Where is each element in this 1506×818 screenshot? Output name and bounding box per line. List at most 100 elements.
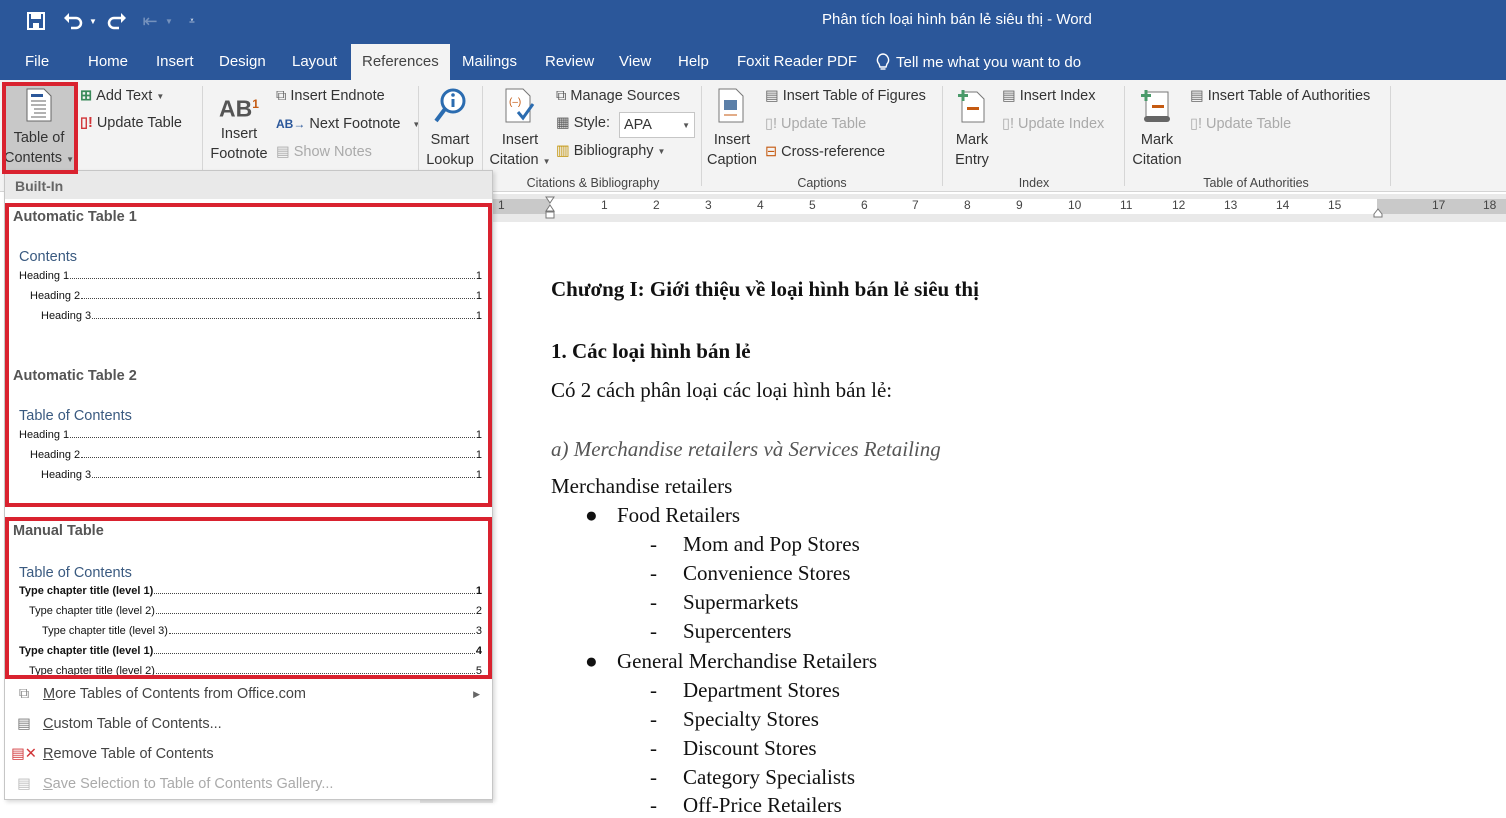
chevron-down-icon: ▼ [657, 146, 666, 156]
dash-icon: - [650, 793, 657, 817]
submenu-arrow-icon: ▶ [473, 688, 480, 699]
update-table-icon: ▯! [1190, 116, 1203, 132]
dash-icon: - [650, 736, 657, 760]
tab-foxit-reader-pdf[interactable]: Foxit Reader PDF [737, 53, 857, 70]
toc-preview-row: Heading 31 [41, 469, 482, 481]
bibliography-icon: ▥ [556, 143, 570, 159]
update-table-icon: ▯! [765, 116, 778, 132]
insert-index-button[interactable]: ▤ Insert Index [1002, 88, 1095, 104]
remove-toc-icon: ▤✕ [11, 746, 37, 762]
bibliography-button[interactable]: ▥ Bibliography ▼ [556, 143, 665, 159]
gallery-manual-table[interactable]: Manual Table Table of Contents Type chap… [5, 517, 492, 679]
gallery-automatic-table-1[interactable]: Automatic Table 1 Contents Heading 11 He… [5, 203, 492, 507]
smart-lookup-button[interactable]: Smart Lookup [422, 88, 478, 170]
index-group-label: Index [1018, 176, 1050, 190]
tab-layout[interactable]: Layout [292, 53, 337, 70]
list-subitem: Supermarkets [683, 590, 799, 614]
title-bar: ▼ ⇤ ▼ ⩡ Phân tích loại hình bán lẻ siêu … [0, 0, 1506, 42]
ruler-tick-label: 4 [757, 198, 764, 212]
endnote-icon: ⧉ [276, 88, 287, 104]
add-text-button[interactable]: ⊞ Add Text ▼ [80, 88, 164, 104]
ruler-tick-label: 14 [1276, 198, 1290, 212]
citation-style-dropdown[interactable]: APA ▼ [619, 112, 695, 138]
toc-dropdown-menu: Built-In Automatic Table 1 Contents Head… [4, 170, 493, 800]
save-icon[interactable] [26, 10, 46, 32]
tab-help[interactable]: Help [678, 53, 709, 70]
next-footnote-icon: AB→ [276, 117, 306, 131]
menu-item-more-tocs[interactable]: ⧉ More Tables of Contents from Office.co… [5, 679, 492, 709]
list-subitem: Specialty Stores [683, 707, 819, 731]
chevron-down-icon: ▼ [682, 120, 690, 130]
tab-references[interactable]: References [351, 44, 450, 80]
undo-icon[interactable] [62, 10, 84, 32]
ruler-tick-label: 11 [1120, 198, 1133, 212]
right-indent-marker[interactable] [1373, 205, 1383, 218]
list-subitem: Supercenters [683, 619, 792, 643]
mark-citation-icon [1141, 90, 1170, 122]
insert-index-icon: ▤ [1002, 88, 1016, 104]
chapter-heading: Chương I: Giới thiệu về loại hình bán lẻ… [551, 277, 979, 301]
citation-style-control: ▦ Style: [556, 115, 610, 131]
save-selection-icon: ▤ [17, 776, 31, 792]
toc-preview-heading: Contents [19, 249, 78, 265]
indent-marker[interactable] [545, 196, 555, 220]
update-table-button[interactable]: ▯! Update Table [80, 115, 182, 131]
captions-group-label: Captions [797, 176, 847, 190]
tab-view[interactable]: View [619, 53, 651, 70]
manage-sources-button[interactable]: ⧉ Manage Sources [556, 88, 680, 104]
toc-preview-row: Heading 11 [19, 429, 482, 441]
menu-item-remove-toc[interactable]: ▤✕ Remove Table of Contents [5, 739, 492, 769]
tab-design[interactable]: Design [219, 53, 266, 70]
undo-dropdown-icon[interactable]: ▼ [88, 10, 98, 32]
tab-home[interactable]: Home [88, 53, 128, 70]
insert-table-of-figures-button[interactable]: ▤ Insert Table of Figures [765, 88, 926, 104]
horizontal-ruler[interactable]: 1 1 2 3 4 5 6 7 8 9 10 11 12 13 14 15 17 18 [493, 194, 1506, 222]
update-index-button: ▯! Update Index [1002, 116, 1105, 132]
tell-me-search[interactable]: Tell me what you want to do [876, 53, 1081, 71]
tab-mailings[interactable]: Mailings [462, 53, 517, 70]
table-of-figures-icon: ▤ [765, 88, 779, 104]
insert-endnote-button[interactable]: ⧉ Insert Endnote [276, 88, 385, 104]
insert-caption-button[interactable]: Insert Caption [704, 88, 760, 170]
ruler-tick-label: 12 [1172, 198, 1186, 212]
tab-review[interactable]: Review [545, 53, 594, 70]
list-subitem: Convenience Stores [683, 561, 851, 585]
tab-insert[interactable]: Insert [156, 53, 194, 70]
ruler-tick-label: 9 [1016, 198, 1023, 212]
ruler-tick-label: 2 [653, 198, 660, 212]
dash-icon: - [650, 678, 657, 702]
toc-preview-row: Type chapter title (level 1) 1 [19, 585, 482, 597]
tab-file[interactable]: File [25, 53, 49, 70]
list-subitem: Category Specialists [683, 765, 856, 789]
insert-citation-button[interactable]: (–) Insert Citation ▼ [486, 88, 554, 172]
dash-icon: - [650, 619, 657, 643]
menu-section-header: Built-In [5, 171, 492, 199]
menu-item-custom-toc[interactable]: ▤ Custom Table of Contents... [5, 709, 492, 739]
smart-lookup-icon [434, 88, 466, 123]
touch-mode-icon: ⇤ [142, 10, 158, 31]
customize-qat-icon[interactable]: ⩡ [186, 10, 198, 32]
ruler-tick-label: 1 [601, 198, 608, 212]
table-of-authorities-icon: ▤ [1190, 88, 1204, 104]
paragraph-text: Merchandise retailers [551, 474, 733, 498]
tell-me-label: Tell me what you want to do [896, 53, 1082, 71]
next-footnote-button[interactable]: AB→ Next Footnote ▼ [276, 116, 420, 132]
mark-citation-button[interactable]: Mark Citation [1126, 88, 1188, 170]
insert-footnote-button[interactable]: AB1 Insert Footnote [206, 94, 272, 164]
gallery-title: Manual Table [13, 523, 104, 539]
redo-icon[interactable] [106, 10, 128, 32]
cross-reference-button[interactable]: ⊟ Cross-reference [765, 144, 885, 160]
toc-preview-row: Type chapter title (level 3) 3 [42, 625, 482, 637]
mark-entry-button[interactable]: Mark Entry [946, 88, 998, 170]
toc-preview-row: Heading 31 [41, 310, 482, 322]
office-com-icon: ⧉ [18, 686, 30, 702]
bullet-icon: ● [585, 503, 598, 527]
footnote-ab-icon: AB1 [219, 95, 259, 122]
insert-caption-icon [718, 88, 744, 123]
dash-icon: - [650, 707, 657, 731]
lightbulb-icon [876, 53, 890, 70]
group-divider [1124, 86, 1125, 186]
ruler-tick-label: 6 [861, 198, 868, 212]
ruler-tick-label: 7 [912, 198, 919, 212]
insert-table-of-authorities-button[interactable]: ▤ Insert Table of Authorities [1190, 88, 1370, 104]
